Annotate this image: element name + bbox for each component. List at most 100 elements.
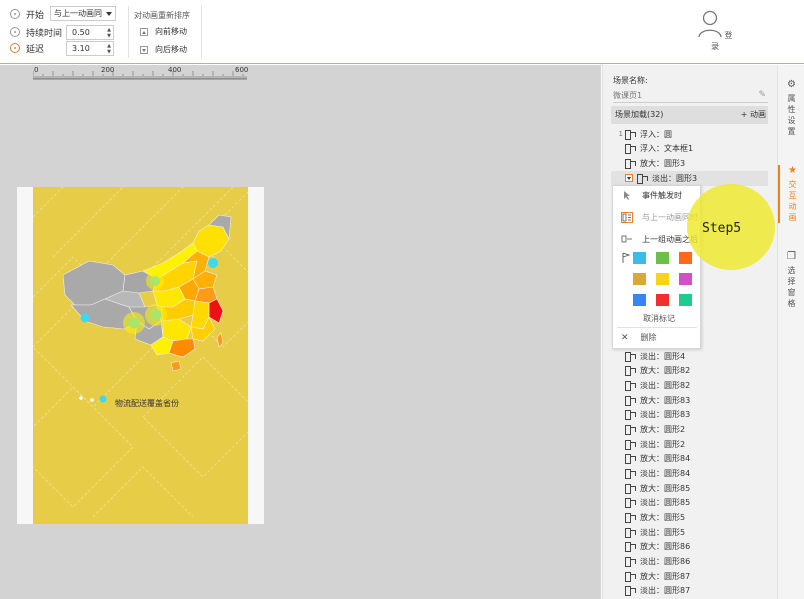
- animation-list-item[interactable]: 放大：圆形87: [611, 569, 768, 584]
- animation-list-item[interactable]: 放大：圆形82: [611, 364, 768, 379]
- toolbar-divider: [128, 6, 129, 58]
- animation-label: 淡出：圆形84: [640, 468, 691, 478]
- animation-list-item[interactable]: 淡出：圆形82: [611, 378, 768, 393]
- animation-list-item[interactable]: 放大：圆形2: [611, 422, 768, 437]
- animation-list-item[interactable]: 淡出：圆形85: [611, 496, 768, 511]
- stepper-arrows-icon[interactable]: ▲ ▼: [107, 43, 111, 55]
- animation-label: 放大：圆形5: [640, 512, 686, 522]
- tab-properties[interactable]: ⚙ 属性设置: [778, 79, 804, 137]
- animation-list-item[interactable]: 浮入：文本框1: [611, 142, 768, 157]
- ruler: [33, 71, 247, 80]
- animation-effect-icon: [625, 586, 637, 597]
- clock-icon: [10, 27, 20, 37]
- login-button[interactable]: 登录: [697, 10, 733, 52]
- color-swatch[interactable]: [679, 273, 692, 285]
- scene-name-value: 微课页1: [613, 91, 643, 100]
- delete-label: 删除: [640, 333, 657, 342]
- animation-list-item[interactable]: 放大：圆形5: [611, 510, 768, 525]
- scene-name-field[interactable]: 微课页1 ✎: [613, 90, 768, 103]
- tab-properties-label: 属性设置: [787, 94, 796, 136]
- animation-label: 淡出：圆形2: [640, 439, 686, 449]
- animation-effect-icon: [625, 410, 637, 421]
- animation-list-item[interactable]: 淡出：圆形5: [611, 525, 768, 540]
- duration-value: 0.50: [72, 28, 90, 37]
- animation-list-item[interactable]: 淡出：圆形4: [611, 349, 768, 364]
- animation-list-item[interactable]: 放大：圆形3: [611, 156, 768, 171]
- tab-interactive-animation-label: 交互动画: [788, 180, 797, 222]
- animation-list-item[interactable]: 放大：圆形84: [611, 452, 768, 467]
- animation-effect-icon: [625, 351, 637, 362]
- animation-list-item[interactable]: 淡出：圆形2: [611, 437, 768, 452]
- color-swatch[interactable]: [656, 252, 669, 264]
- move-down-icon: [140, 45, 148, 54]
- user-icon: [697, 10, 722, 38]
- slide[interactable]: 物流配送覆盖省份: [33, 187, 248, 524]
- duration-stepper[interactable]: 0.50 ▲ ▼: [66, 25, 114, 40]
- step-label: Step5: [702, 221, 742, 236]
- animation-label: 放大：圆形2: [640, 425, 686, 435]
- add-animation-button[interactable]: + 动画: [741, 106, 766, 124]
- menu-item-label: 事件触发时: [642, 190, 682, 200]
- chevron-down-icon: [106, 12, 112, 16]
- delay-row: 延迟: [10, 40, 62, 56]
- animation-list-item[interactable]: 淡出：圆形87: [611, 583, 768, 598]
- canvas-area[interactable]: 0 200 400 600 物流配送覆盖省份: [0, 65, 601, 599]
- animation-list-item[interactable]: 淡出：圆形84: [611, 466, 768, 481]
- scene-name-label: 场景名称:: [613, 76, 648, 85]
- color-swatch[interactable]: [633, 294, 646, 306]
- flag-icon: [621, 252, 631, 267]
- start-select[interactable]: 与上一动画同: [50, 6, 116, 21]
- animation-effect-icon: [625, 512, 637, 523]
- cancel-mark-button[interactable]: 取消标记: [643, 313, 675, 324]
- animation-list-item[interactable]: 淡出：圆形3: [611, 170, 768, 186]
- toolbar-divider: [201, 6, 202, 58]
- legend-dot-cyan: [99, 395, 107, 403]
- scene-load-header: 场景加载(32) + 动画: [611, 106, 768, 124]
- duration-row: 持续时间: [10, 24, 62, 40]
- animation-label: 淡出：圆形82: [640, 381, 691, 391]
- animation-list-item[interactable]: 放大：圆形86: [611, 539, 768, 554]
- move-forward-label: 向前移动: [155, 27, 187, 36]
- start-icon: [10, 9, 20, 19]
- animation-label: 放大：圆形3: [640, 159, 686, 169]
- color-swatch[interactable]: [679, 294, 692, 306]
- start-select-value: 与上一动画同: [54, 9, 102, 18]
- stepper-arrows-icon[interactable]: ▲ ▼: [107, 27, 111, 39]
- menu-divider: [617, 327, 697, 328]
- color-swatch[interactable]: [656, 294, 669, 306]
- animation-list-item[interactable]: 放大：圆形85: [611, 481, 768, 496]
- legend-dot-white: [79, 396, 83, 400]
- delay-label: 延迟: [26, 44, 45, 55]
- animation-order-number: 1: [618, 130, 623, 139]
- map-region-taiwan: [216, 332, 224, 348]
- animation-effect-icon: [625, 527, 637, 538]
- move-forward-button[interactable]: 向前移动: [140, 26, 187, 37]
- scene-load-label: 场景加载(32): [615, 110, 664, 119]
- color-swatch[interactable]: [679, 252, 692, 264]
- color-swatch[interactable]: [656, 273, 669, 285]
- ruler-tick-label: 200: [101, 66, 115, 74]
- animation-list-item[interactable]: 1 浮入：圆: [611, 127, 768, 142]
- tab-interactive-animation[interactable]: ★ 交互动画: [778, 165, 804, 223]
- side-tab-bar: ⚙ 属性设置 ★ 交互动画 ❐ 选择窗格: [777, 65, 804, 599]
- trigger-dropdown-toggle[interactable]: [625, 174, 633, 183]
- delay-stepper[interactable]: 3.10 ▲ ▼: [66, 41, 114, 56]
- tab-select-window[interactable]: ❐ 选择窗格: [778, 251, 804, 309]
- map-region-hunan: [162, 318, 192, 342]
- edit-pen-icon[interactable]: ✎: [758, 90, 766, 100]
- delete-button[interactable]: ✕ 删除: [621, 332, 657, 343]
- color-swatch[interactable]: [633, 252, 646, 264]
- animation-label: 淡出：圆形4: [640, 351, 686, 361]
- animation-list-item[interactable]: 放大：圆形83: [611, 393, 768, 408]
- animation-label: 淡出：圆形87: [640, 586, 691, 596]
- menu-item-on-event[interactable]: 事件触发时: [613, 186, 700, 204]
- animation-list-item[interactable]: 淡出：圆形83: [611, 408, 768, 423]
- move-backward-button[interactable]: 向后移动: [140, 44, 187, 55]
- animation-label: 放大：圆形87: [640, 571, 691, 581]
- animation-list-item[interactable]: 淡出：圆形86: [611, 554, 768, 569]
- ruler-tick-label: 0: [34, 66, 39, 74]
- animation-label: 淡出：圆形85: [640, 498, 691, 508]
- color-swatch[interactable]: [633, 273, 646, 285]
- ruler-tick-label: 400: [168, 66, 182, 74]
- after-previous-icon: [621, 234, 633, 245]
